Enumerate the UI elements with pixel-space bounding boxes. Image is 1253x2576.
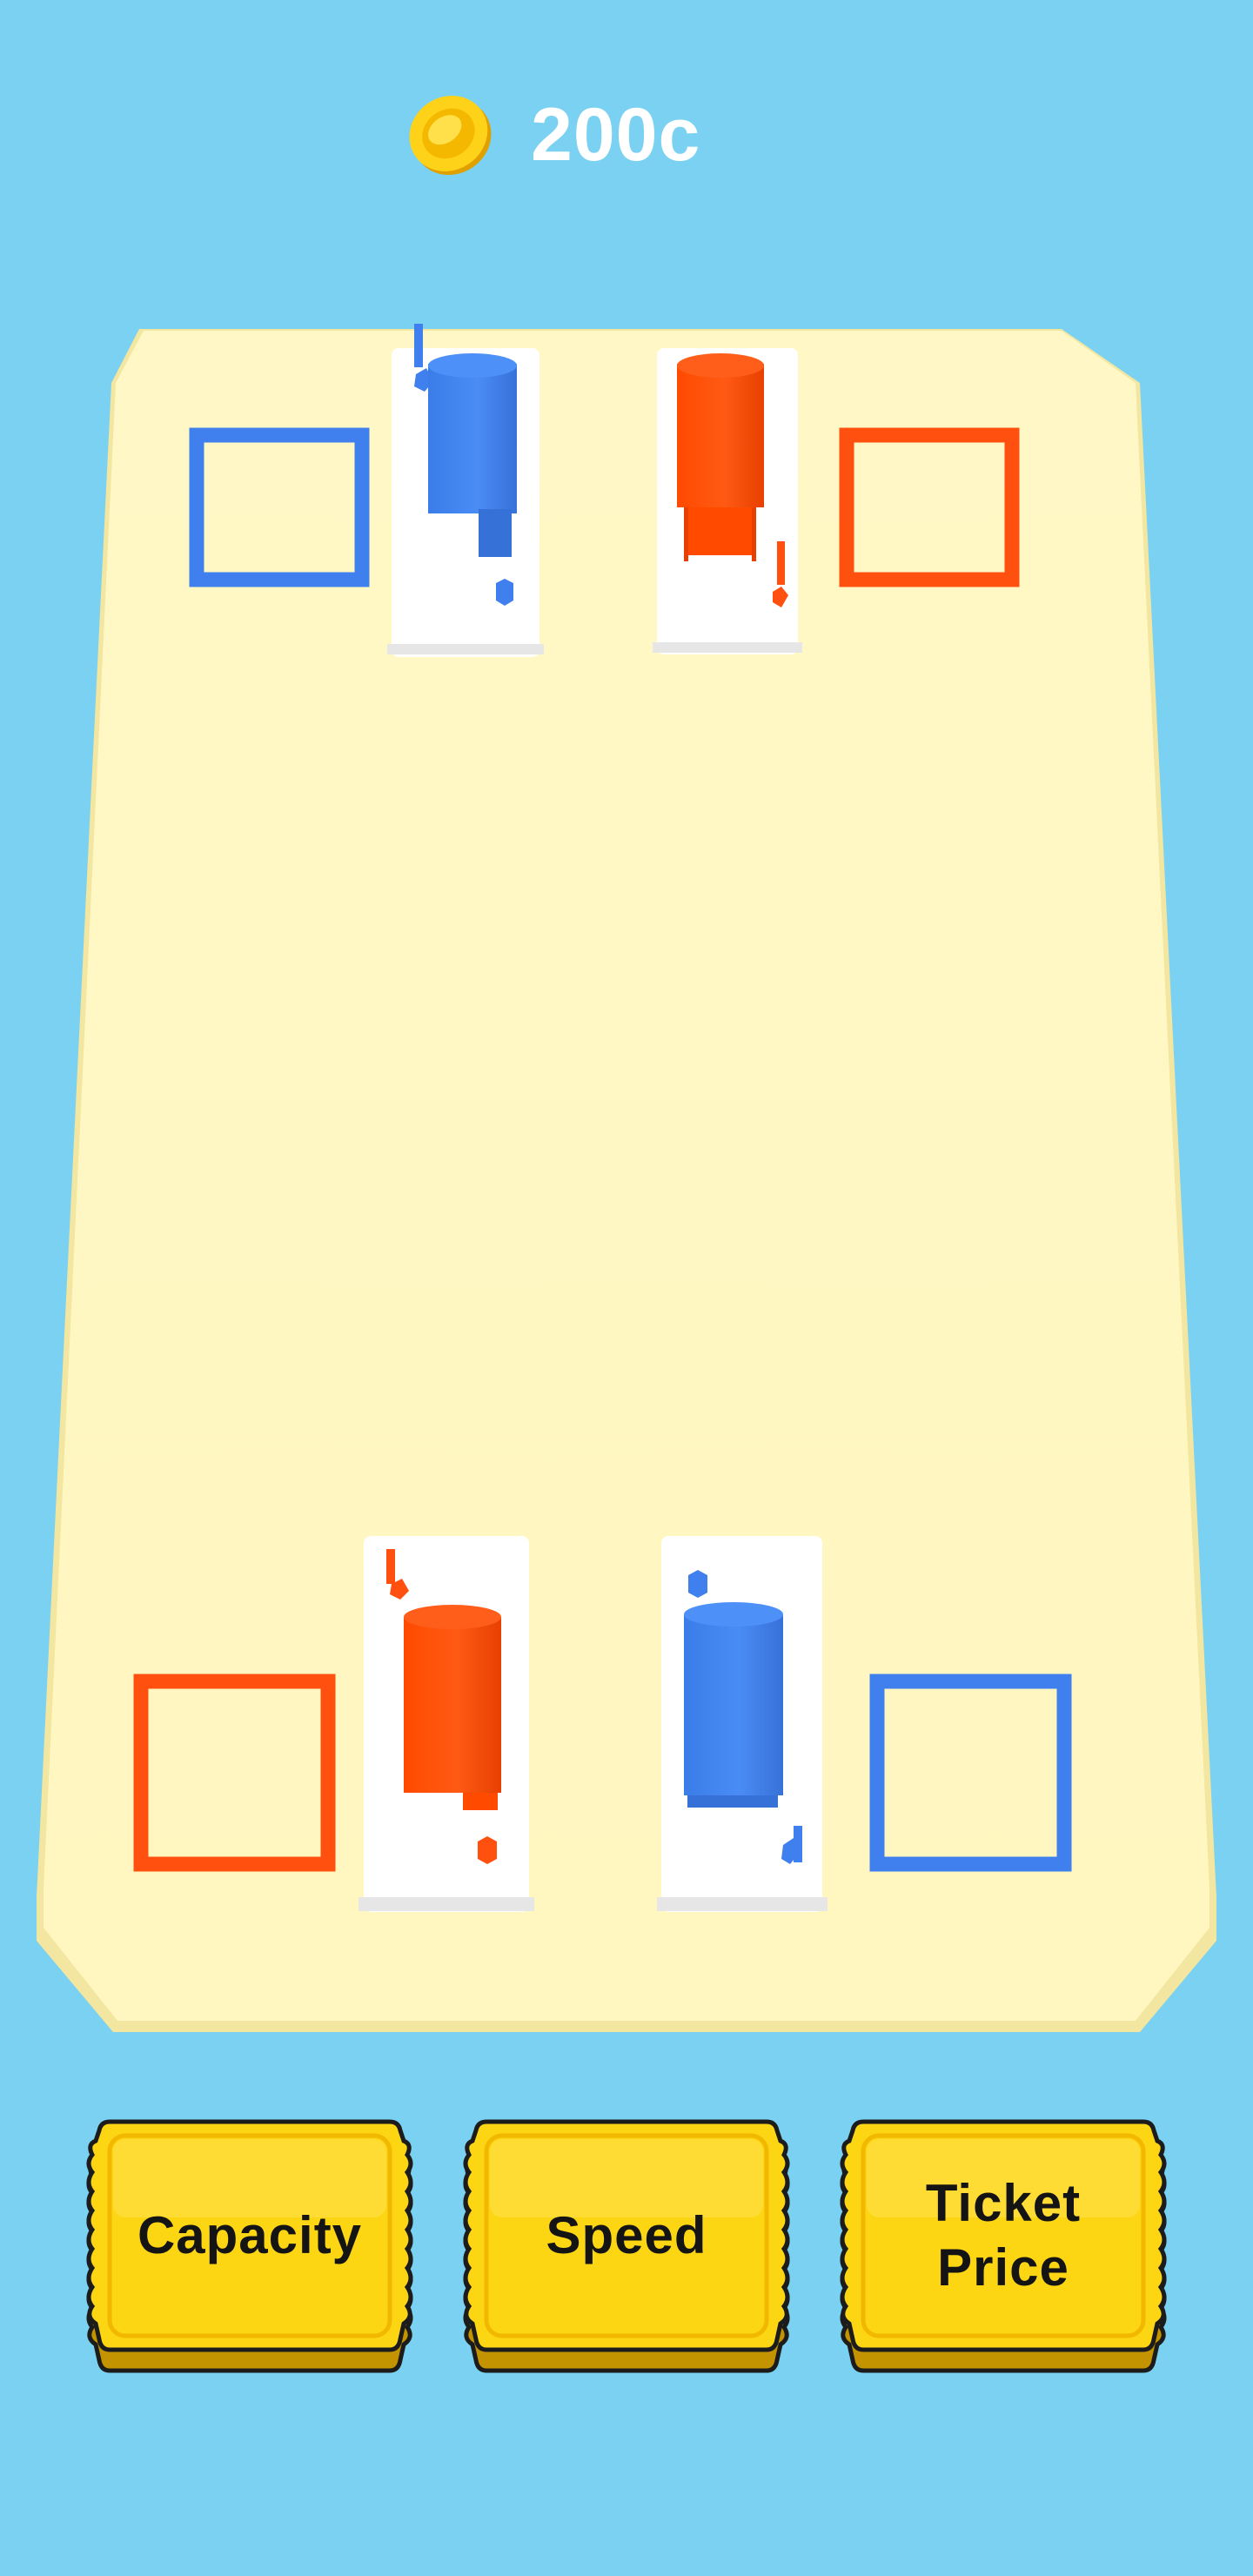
machine-bottom-left-red[interactable] — [358, 1536, 534, 1912]
game-screen: 200c Capacity Speed Ticket Price — [0, 0, 1253, 2576]
machine-bottom-right-blue[interactable] — [657, 1536, 828, 1912]
coin-counter: 200c — [405, 83, 770, 187]
speed-label: Speed — [546, 2206, 707, 2264]
coin-amount: 200c — [531, 92, 701, 177]
speed-upgrade-button[interactable]: Speed — [462, 2115, 791, 2376]
gold-coin-icon — [409, 95, 492, 175]
machine-top-left-blue[interactable] — [387, 324, 544, 657]
ticket-price-upgrade-button[interactable]: Ticket Price — [839, 2115, 1168, 2376]
ticket-price-label: Ticket Price — [925, 2174, 1082, 2297]
capacity-upgrade-button[interactable]: Capacity — [85, 2115, 414, 2376]
capacity-label: Capacity — [137, 2206, 363, 2264]
machine-top-right-red[interactable] — [653, 348, 802, 654]
